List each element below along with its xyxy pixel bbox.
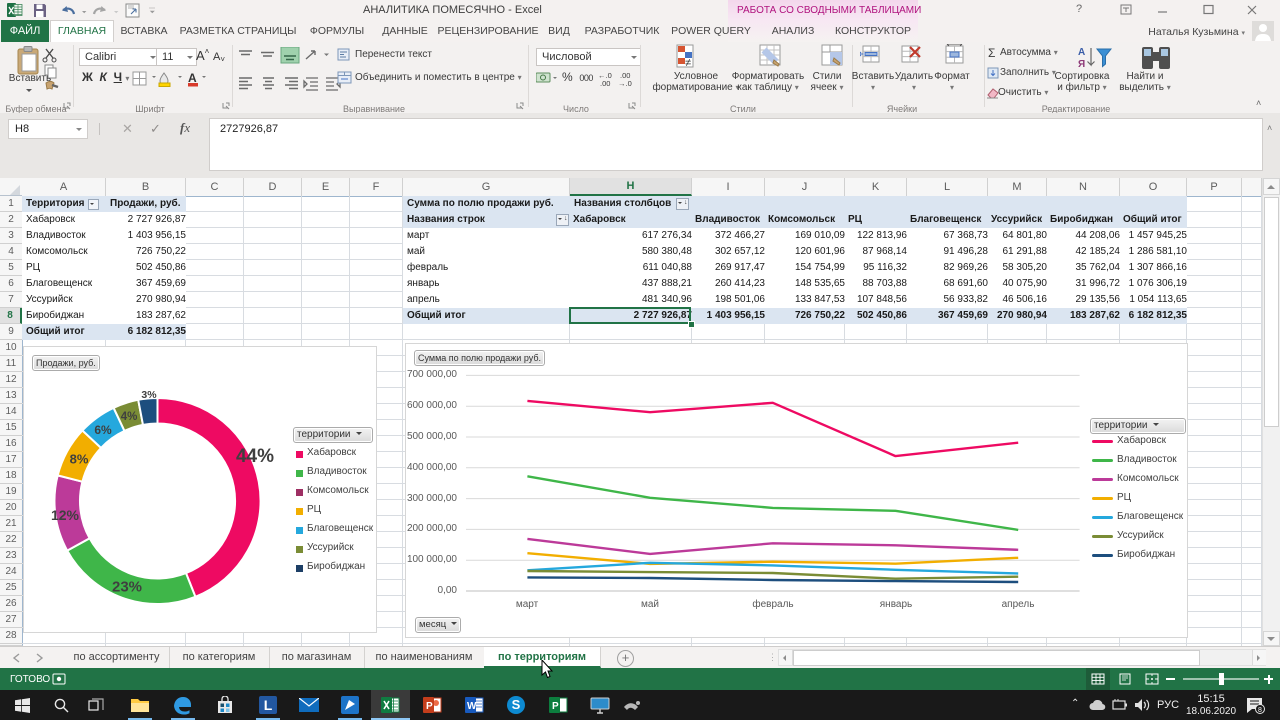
svg-text:.00: .00	[600, 79, 610, 88]
svg-text:W: W	[467, 701, 477, 712]
svg-text:А: А	[188, 71, 197, 85]
svg-text:Я: Я	[1078, 59, 1085, 70]
svg-text:→.0: →.0	[618, 79, 632, 88]
svg-text:8: 8	[1258, 707, 1262, 714]
svg-text:P: P	[552, 701, 559, 712]
svg-text:P: P	[426, 701, 433, 712]
svg-text:≠: ≠	[685, 57, 691, 69]
svg-text:А: А	[1078, 47, 1085, 58]
